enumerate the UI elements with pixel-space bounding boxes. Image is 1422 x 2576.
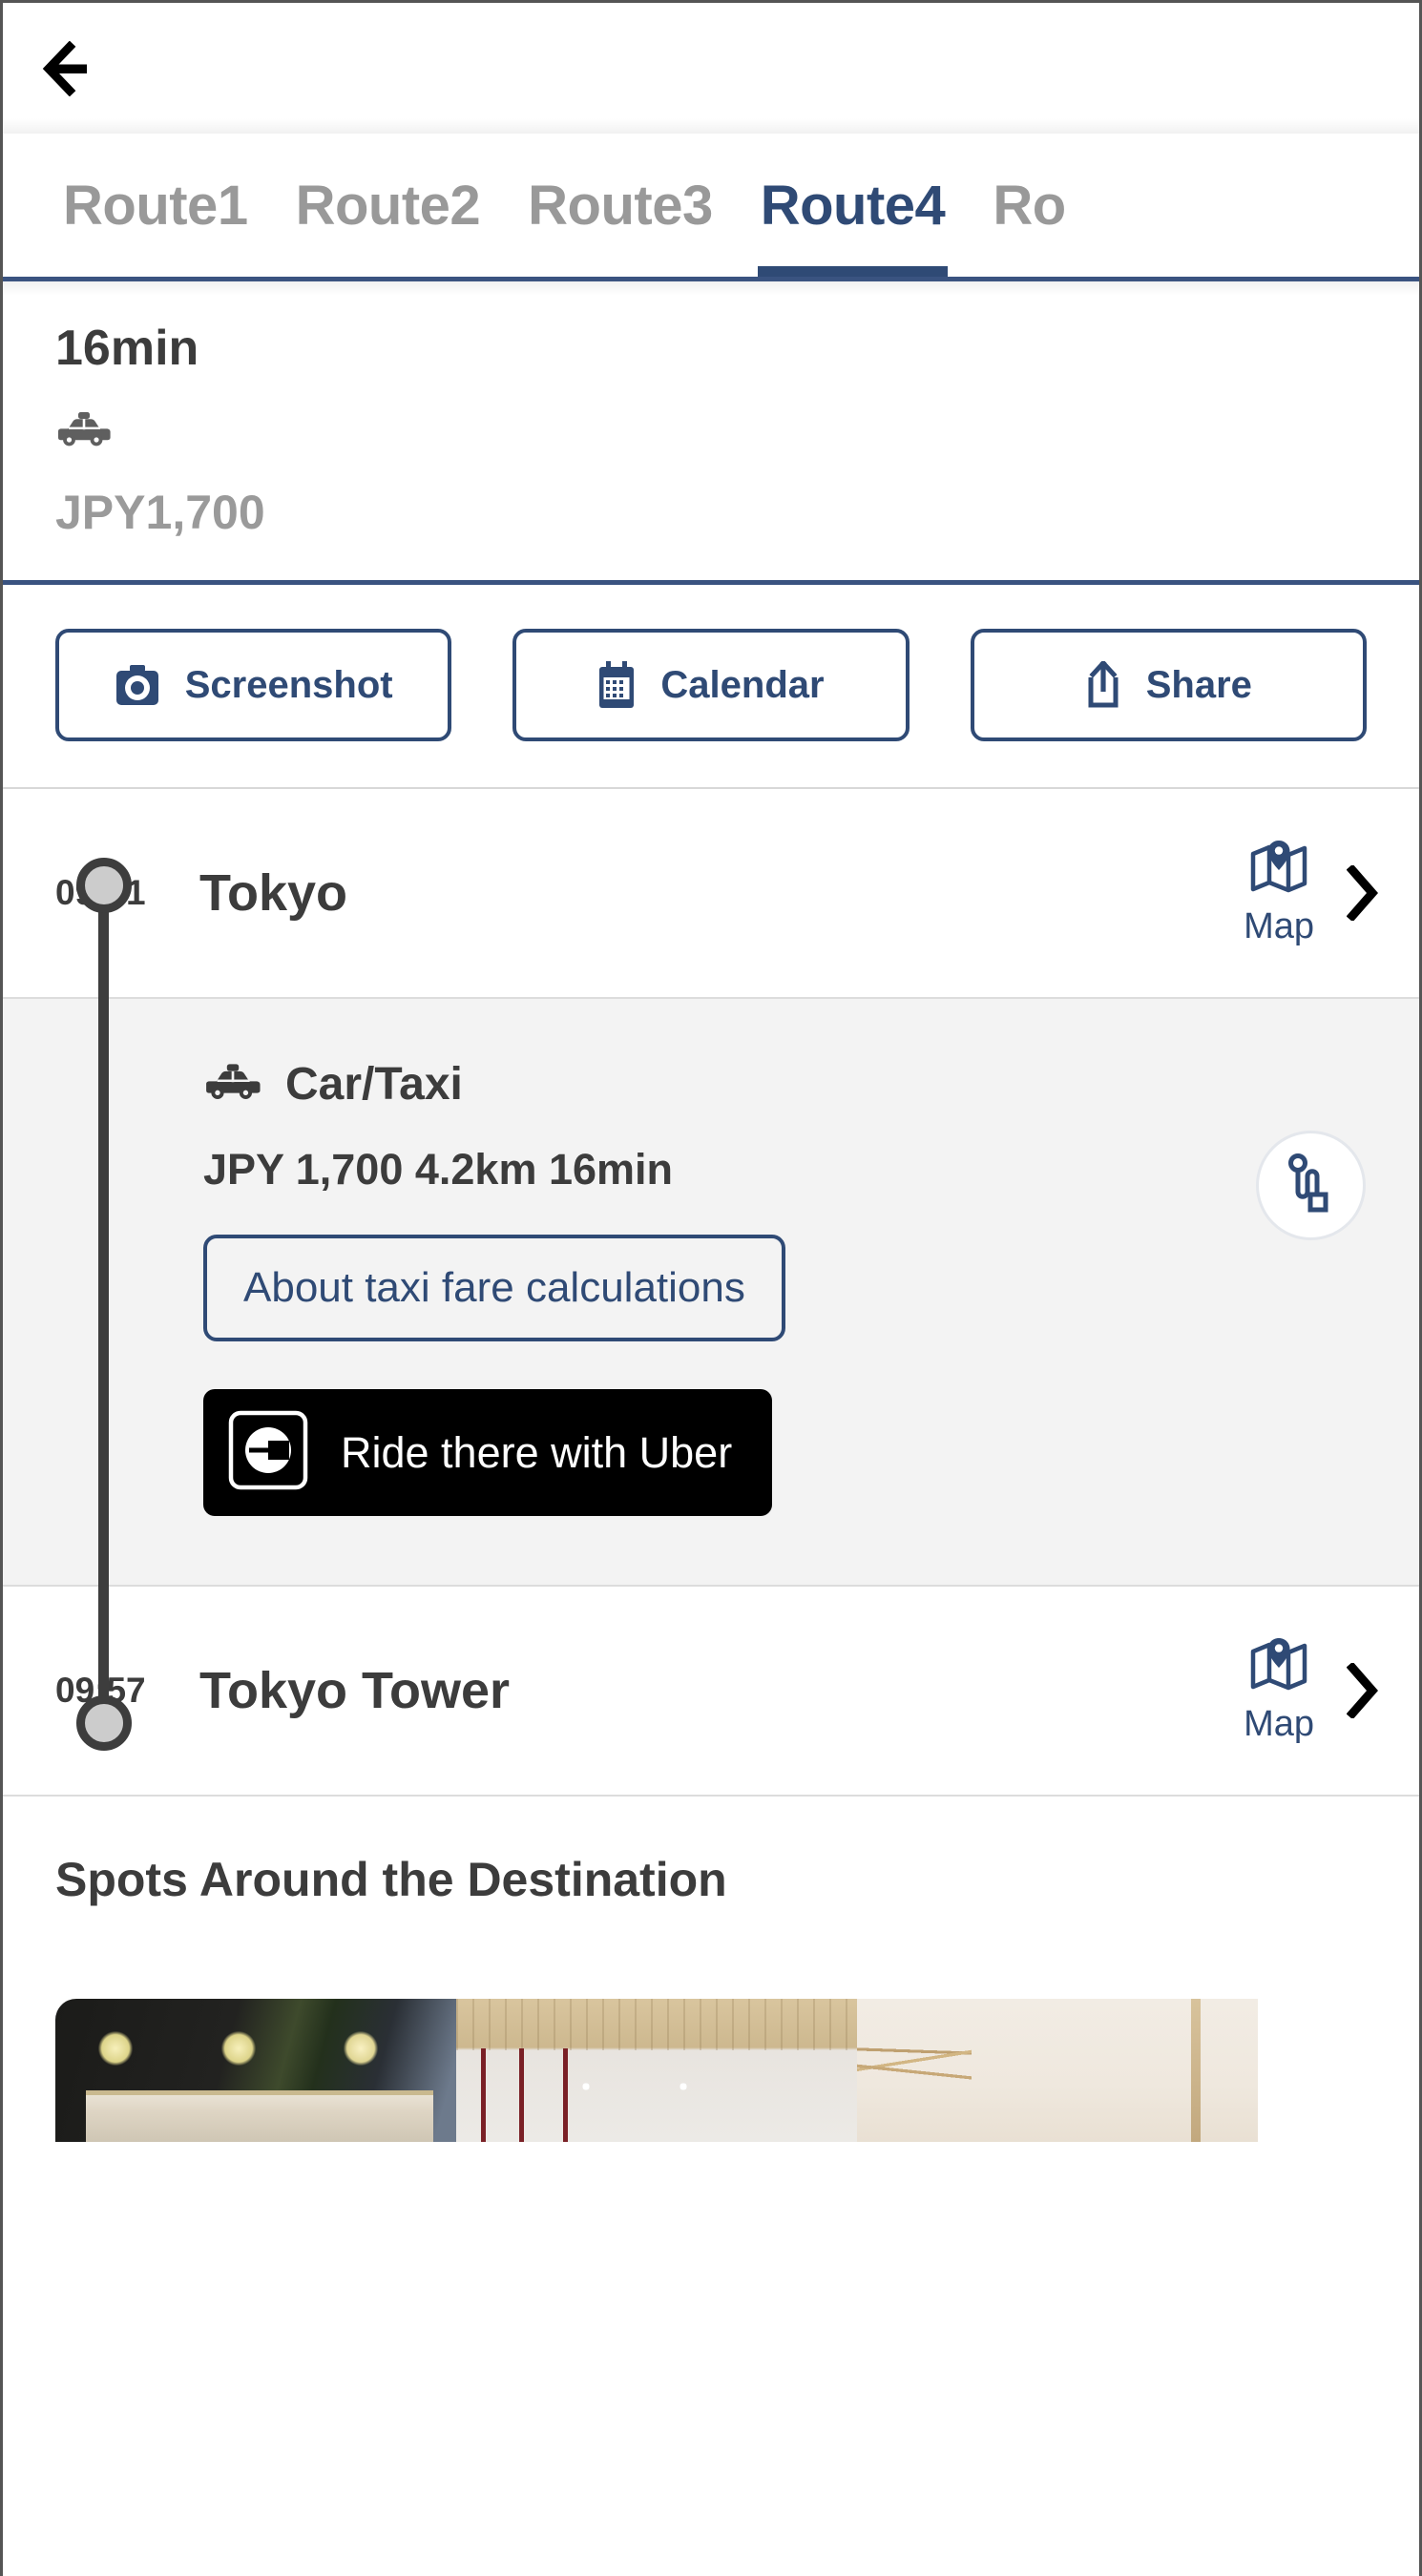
spot-card[interactable] — [456, 1999, 857, 2142]
back-button[interactable] — [24, 16, 129, 121]
summary-fare: JPY1,700 — [55, 486, 265, 539]
tab-label: Route3 — [528, 174, 713, 237]
route-detail-screen: Route1 Route2 Route3 Route4 Ro 16min JPY… — [0, 0, 1422, 2576]
itinerary: 09:41 Tokyo Map — [3, 789, 1419, 1797]
arrow-left-icon — [41, 40, 112, 96]
itinerary-stop-destination[interactable]: 09:57 Tokyo Tower Map — [3, 1587, 1419, 1797]
taxi-icon — [203, 1063, 262, 1106]
calendar-label: Calendar — [660, 663, 825, 706]
map-link-destination[interactable]: Map — [1244, 1636, 1314, 1745]
timeline-connector — [98, 884, 109, 1724]
map-label: Map — [1244, 906, 1314, 946]
share-icon — [1085, 661, 1121, 709]
leg-detail: JPY 1,700 4.2km 16min — [203, 1145, 674, 1194]
map-pin-icon — [1249, 839, 1308, 901]
about-taxi-fare-button[interactable]: About taxi fare calculations — [203, 1235, 785, 1341]
calendar-icon — [597, 661, 636, 709]
map-pin-icon — [1249, 1636, 1308, 1698]
summary-duration: 16min — [55, 321, 199, 376]
spot-card[interactable] — [857, 1999, 1258, 2142]
timeline-dot-destination — [76, 1695, 132, 1751]
timeline-dot-origin — [76, 858, 132, 913]
tab-route1[interactable]: Route1 — [39, 134, 272, 277]
chevron-right-icon[interactable] — [1347, 1663, 1379, 1718]
spots-title: Spots Around the Destination — [55, 1853, 727, 1906]
uber-label: Ride there with Uber — [341, 1427, 733, 1477]
show-route-button[interactable] — [1256, 1131, 1366, 1240]
map-link-origin[interactable]: Map — [1244, 839, 1314, 947]
screenshot-button[interactable]: Screenshot — [55, 629, 452, 741]
tab-route2[interactable]: Route2 — [272, 134, 505, 277]
map-label: Map — [1244, 1704, 1314, 1744]
calendar-button[interactable]: Calendar — [512, 629, 910, 741]
route-path-icon — [1285, 1153, 1338, 1217]
leg-mode: Car/Taxi — [203, 1058, 1379, 1111]
uber-logo-icon — [228, 1410, 308, 1495]
screenshot-label: Screenshot — [184, 663, 393, 706]
itinerary-stop-origin[interactable]: 09:41 Tokyo Map — [3, 789, 1419, 999]
chevron-right-icon[interactable] — [1347, 865, 1379, 921]
spots-carousel[interactable] — [55, 1999, 1419, 2142]
leg-mode-label: Car/Taxi — [285, 1059, 463, 1110]
tab-route3[interactable]: Route3 — [504, 134, 737, 277]
route-summary: 16min JPY1,700 — [3, 281, 1419, 585]
itinerary-leg-car-taxi: Car/Taxi JPY 1,700 4.2km 16min About tax… — [3, 999, 1419, 1587]
about-taxi-fare-label: About taxi fare calculations — [243, 1264, 745, 1311]
top-app-bar — [3, 3, 1419, 134]
stop-name: Tokyo — [199, 864, 348, 922]
ride-with-uber-button[interactable]: Ride there with Uber — [203, 1389, 773, 1516]
action-button-row: Screenshot Calendar Share — [3, 585, 1419, 789]
camera-icon — [115, 664, 160, 706]
taxi-icon — [55, 411, 1419, 452]
tab-route4[interactable]: Route4 — [737, 134, 970, 277]
tab-label: Route4 — [760, 174, 946, 237]
share-button[interactable]: Share — [970, 629, 1367, 741]
tab-label: Route1 — [63, 174, 248, 237]
route-tabs[interactable]: Route1 Route2 Route3 Route4 Ro — [3, 134, 1419, 281]
spot-card[interactable] — [55, 1999, 456, 2142]
share-label: Share — [1145, 663, 1252, 706]
stop-name: Tokyo Tower — [199, 1662, 511, 1719]
spots-section: Spots Around the Destination — [3, 1797, 1419, 2142]
tab-route5[interactable]: Ro — [969, 134, 1089, 277]
tab-label: Ro — [993, 174, 1066, 237]
tab-label: Route2 — [295, 174, 481, 237]
